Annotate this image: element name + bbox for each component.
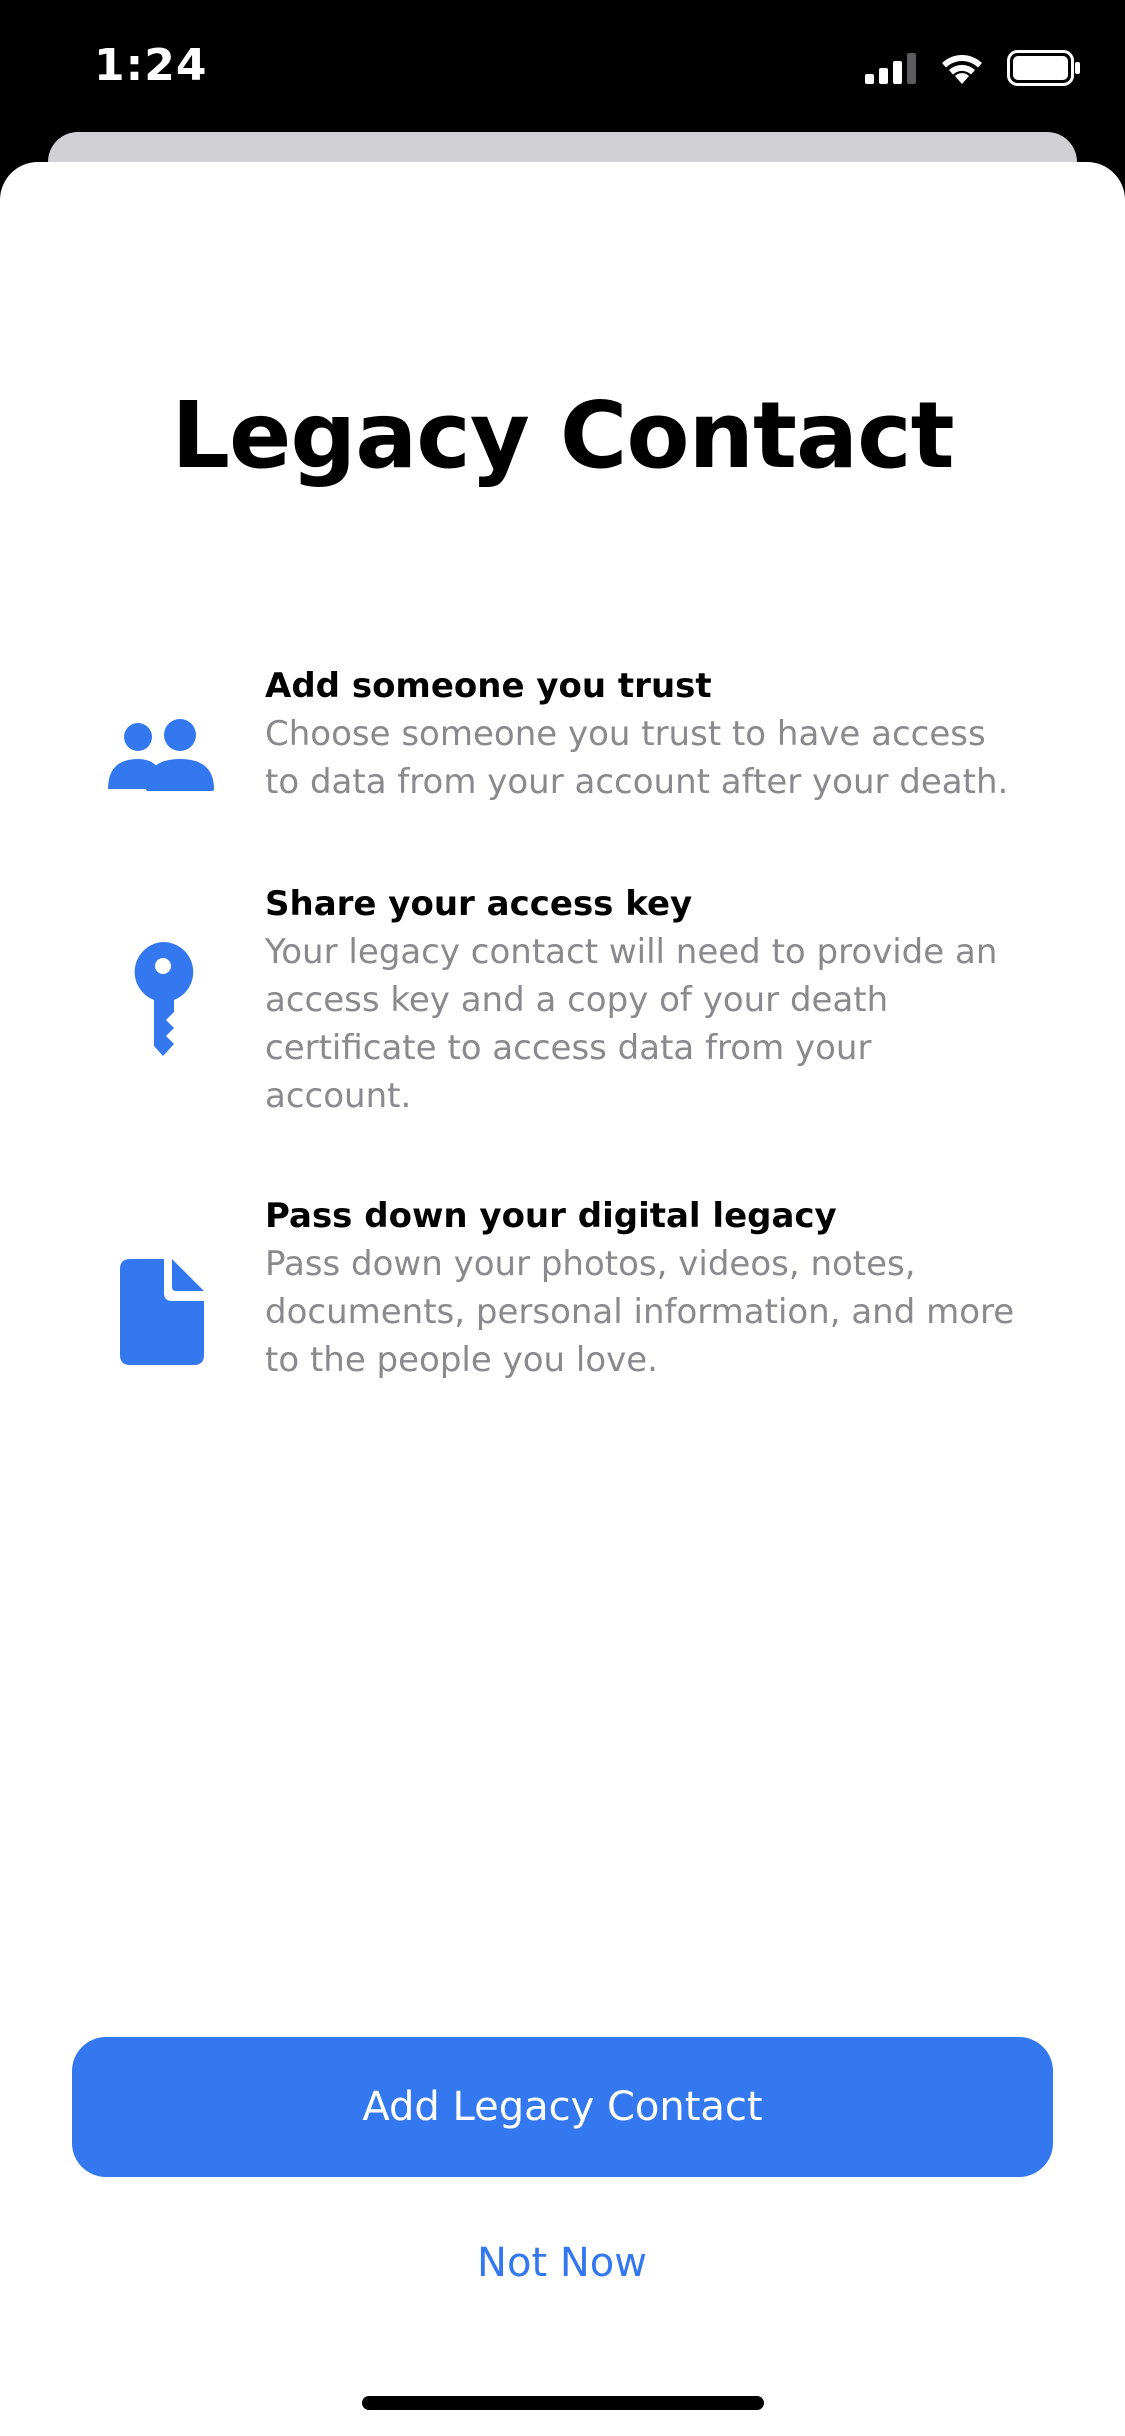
description-line: account. (265, 1076, 412, 1116)
description-line: documents, personal information, and mor… (265, 1292, 1015, 1332)
add-legacy-contact-button[interactable]: Add Legacy Contact (72, 2037, 1053, 2177)
document-icon (100, 1252, 225, 1372)
description-line: Pass down your photos, videos, notes, (265, 1244, 916, 1284)
screen: 1:24 Legacy Contact Add someone you trus… (0, 0, 1125, 2436)
not-now-button[interactable]: Not Now (312, 2228, 812, 2298)
description-line: certificate to access data from your (265, 1028, 872, 1068)
feature-description: Pass down your photos, videos, notes, do… (265, 1240, 1025, 1384)
feature-text: Add someone you trust Choose someone you… (265, 662, 1025, 806)
description-line: to data from your account after your dea… (265, 762, 1009, 802)
page-title: Legacy Contact (171, 382, 954, 489)
people-icon (100, 692, 225, 822)
wifi-icon (939, 51, 985, 90)
description-line: to the people you love. (265, 1340, 658, 1380)
status-bar: 1:24 (0, 0, 1125, 130)
feature-title: Pass down your digital legacy (265, 1196, 837, 1236)
description-line: Your legacy contact will need to provide… (265, 932, 998, 972)
home-indicator[interactable] (362, 2396, 764, 2410)
feature-title: Add someone you trust (265, 666, 712, 706)
description-line: Choose someone you trust to have access (265, 714, 986, 754)
description-line: access key and a copy of your death (265, 980, 889, 1020)
battery-icon (1007, 49, 1081, 91)
feature-description: Choose someone you trust to have access … (265, 710, 1025, 806)
feature-text: Share your access key Your legacy contac… (265, 880, 1025, 1120)
cellular-signal-icon (865, 52, 917, 89)
status-time: 1:24 (94, 40, 208, 91)
feature-text: Pass down your digital legacy Pass down … (265, 1192, 1025, 1384)
key-icon (100, 930, 225, 1070)
status-icons (865, 49, 1081, 91)
feature-description: Your legacy contact will need to provide… (265, 928, 1025, 1120)
feature-title: Share your access key (265, 884, 693, 924)
